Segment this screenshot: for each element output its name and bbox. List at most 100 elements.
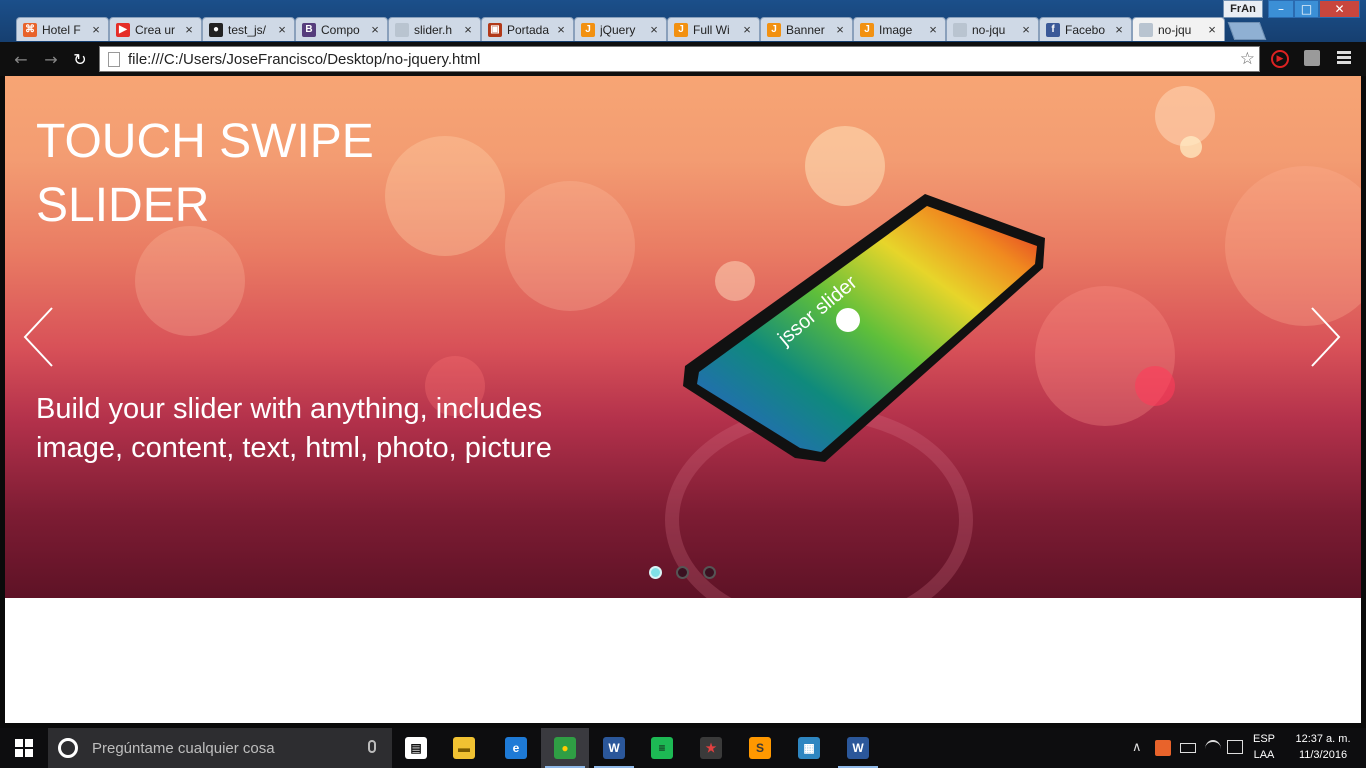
battery-icon[interactable] [1180, 743, 1196, 753]
language-indicator[interactable]: ESP LAA [1248, 731, 1280, 763]
browser-tab[interactable]: ● test_js/ × [202, 17, 295, 41]
forward-arrow-icon[interactable]: → [42, 50, 60, 69]
tab-close-icon[interactable]: × [1020, 22, 1032, 37]
github-icon: ● [209, 22, 223, 37]
slider-bullets [649, 566, 730, 579]
youtube-icon: ▶ [116, 22, 130, 37]
edge-icon: e [505, 737, 527, 759]
clock-date: 11/3/2016 [1298, 749, 1348, 761]
microphone-icon[interactable] [368, 740, 376, 753]
tab-close-icon[interactable]: × [183, 22, 195, 37]
tab-close-icon[interactable]: × [648, 22, 660, 37]
close-window-button[interactable]: ✕ [1319, 0, 1360, 18]
portada-favicon-icon: ▣ [488, 22, 502, 37]
language-code: ESP [1252, 733, 1275, 745]
tab-close-icon[interactable]: × [1113, 22, 1125, 37]
browser-tab[interactable]: ▶ Crea ur × [109, 17, 202, 41]
phone-image: jssor slider [683, 194, 1045, 462]
jssor-icon: J [674, 22, 688, 37]
taskbar-app-button[interactable]: ≡ [638, 728, 686, 768]
minimize-button[interactable]: – [1268, 0, 1294, 18]
tab-title: Compo [321, 22, 360, 37]
cortana-icon [58, 738, 78, 758]
file-icon [1139, 22, 1153, 37]
slide-caption: Build your slider with anything, include… [36, 393, 552, 464]
tab-title: no-jqu [1158, 22, 1192, 37]
browser-tab[interactable]: no-jqu × [1132, 17, 1225, 41]
clock-time: 12:37 a. m. [1295, 733, 1351, 745]
notification-icon[interactable] [1227, 740, 1243, 754]
tab-title: Hotel F [42, 22, 81, 37]
slider-bullet[interactable] [676, 566, 689, 579]
store-icon: ▤ [405, 737, 427, 759]
file-icon [395, 22, 409, 37]
tab-close-icon[interactable]: × [462, 22, 474, 37]
taskbar-app-button[interactable]: ★ [687, 728, 735, 768]
next-arrow-icon[interactable] [1308, 306, 1342, 368]
browser-tab[interactable]: J Banner × [760, 17, 853, 41]
browser-tab[interactable]: ⌘ Hotel F × [16, 17, 109, 41]
tab-close-icon[interactable]: × [276, 22, 288, 37]
maximize-button[interactable]: □ [1294, 0, 1319, 18]
previous-arrow-icon[interactable] [22, 306, 56, 368]
bootstrap-icon: B [302, 22, 316, 37]
browser-tab[interactable]: f Facebo × [1039, 17, 1132, 41]
tab-close-icon[interactable]: × [834, 22, 846, 37]
taskbar-app-button[interactable]: ▤ [392, 728, 440, 768]
taskbar-app-button[interactable]: ● [541, 728, 589, 768]
tab-close-icon[interactable]: × [1206, 22, 1218, 37]
profile-button[interactable]: FrAn [1223, 0, 1263, 18]
app-game-icon: ★ [700, 737, 722, 759]
tab-title: Banner [786, 22, 825, 37]
browser-tab[interactable]: ▣ Portada × [481, 17, 574, 41]
chrome-icon: ● [554, 737, 576, 759]
taskbar-app-button[interactable]: ▬ [440, 728, 488, 768]
slider[interactable]: TOUCH SWIPE SLIDER Build your slider wit… [5, 76, 1361, 598]
facebook-icon: f [1046, 22, 1060, 37]
tab-title: slider.h [414, 22, 453, 37]
tab-title: Portada [507, 22, 550, 37]
browser-tab[interactable]: B Compo × [295, 17, 388, 41]
taskbar-app-button[interactable]: W [834, 728, 882, 768]
slider-bullet[interactable] [649, 566, 662, 579]
page-icon [108, 51, 120, 67]
taskbar-app-button[interactable]: e [492, 728, 540, 768]
reload-icon[interactable]: ↻ [71, 50, 89, 69]
browser-tab[interactable]: J Full Wi × [667, 17, 760, 41]
new-tab-button[interactable] [1227, 22, 1267, 40]
address-bar[interactable]: file:///C:/Users/JoseFrancisco/Desktop/n… [99, 46, 1260, 72]
jssor-icon: J [581, 22, 595, 37]
clock[interactable]: 12:37 a. m. 11/3/2016 [1288, 731, 1358, 763]
taskbar-app-button[interactable]: S [736, 728, 784, 768]
tray-app-icon[interactable] [1155, 740, 1171, 756]
taskbar-app-button[interactable]: W [590, 728, 638, 768]
url-text[interactable]: file:///C:/Users/JoseFrancisco/Desktop/n… [128, 51, 480, 68]
cortana-search-box[interactable]: Pregúntame cualquier cosa [48, 728, 392, 768]
tab-title: no-jqu [972, 22, 1006, 37]
tab-close-icon[interactable]: × [369, 22, 381, 37]
tab-close-icon[interactable]: × [555, 22, 567, 37]
tab-strip: ⌘ Hotel F × ▶ Crea ur × ● test_js/× B Compo × slide… [16, 17, 1267, 42]
tab-title: jQuery [600, 22, 636, 37]
chrome-menu-icon[interactable] [1337, 51, 1351, 65]
browser-tab[interactable]: JjQuery × [574, 17, 667, 41]
back-arrow-icon[interactable]: ← [12, 50, 30, 69]
start-button[interactable] [0, 728, 48, 768]
extension-play-icon[interactable]: ▶ [1271, 50, 1289, 68]
slide-title: TOUCH SWIPE SLIDER [36, 115, 374, 232]
taskbar-app-button[interactable]: ▦ [785, 728, 833, 768]
show-hidden-icons-icon[interactable]: ∧ [1132, 740, 1142, 755]
extension-icon[interactable] [1304, 50, 1320, 66]
slider-bullet[interactable] [703, 566, 716, 579]
tab-close-icon[interactable]: × [741, 22, 753, 37]
browser-tab[interactable]: J Image × [853, 17, 946, 41]
tab-close-icon[interactable]: × [90, 22, 102, 37]
tab-title: Facebo [1065, 22, 1106, 37]
browser-tab[interactable]: slider.h × [388, 17, 481, 41]
browser-tab[interactable]: no-jqu × [946, 17, 1039, 41]
tab-close-icon[interactable]: × [927, 22, 939, 37]
file-explorer-icon: ▬ [453, 737, 475, 759]
wifi-icon[interactable] [1205, 740, 1221, 758]
bookmark-star-icon[interactable]: ☆ [1240, 49, 1255, 69]
sublime-icon: S [749, 737, 771, 759]
